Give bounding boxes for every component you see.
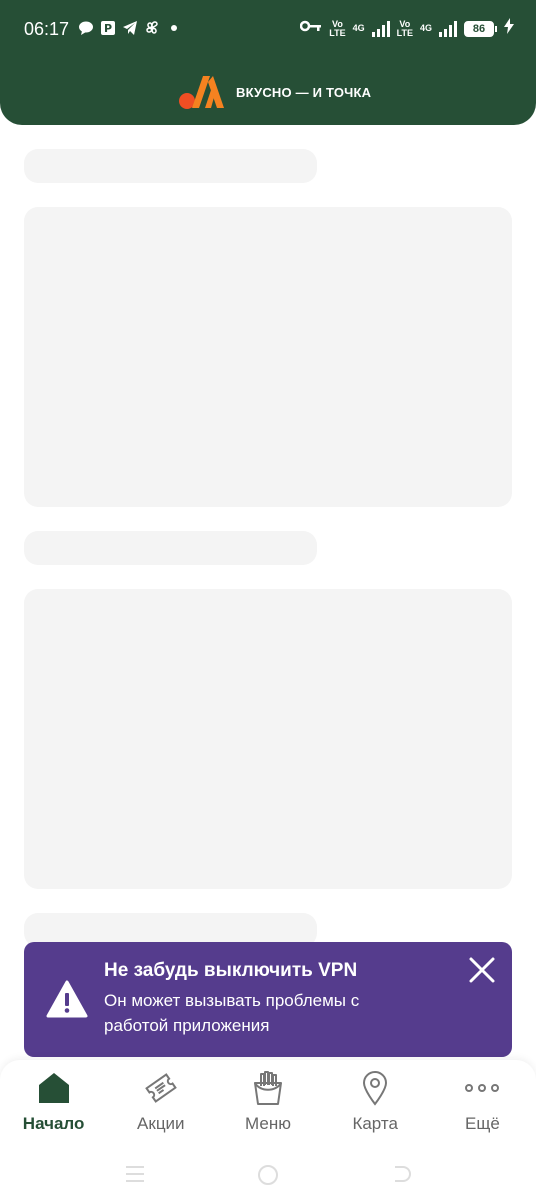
volte-label-2: Vo LTE [396, 18, 413, 38]
telegram-icon [122, 20, 138, 36]
chat-bubble-icon [78, 20, 94, 36]
tab-home[interactable]: Начало [0, 1060, 107, 1150]
battery-icon: 86 [464, 20, 497, 37]
brand-name: ВКУСНО — И ТОЧКА [236, 84, 372, 100]
parking-icon: P [100, 20, 116, 36]
vpn-key-icon [300, 19, 322, 38]
toast-title: Не забудь выключить VPN [104, 960, 358, 981]
signal-icon [371, 20, 390, 37]
dot-icon [166, 20, 182, 36]
charging-icon [504, 18, 514, 39]
coupon-icon [144, 1073, 177, 1103]
status-bar: 06:17 P Vo LTE 4G Vo LTE 4G 86 [0, 0, 536, 60]
notification-icons: P [78, 20, 182, 36]
svg-text:P: P [104, 22, 112, 35]
tab-promotions[interactable]: Акции [107, 1060, 214, 1150]
battery-level: 86 [464, 20, 494, 37]
warning-icon [46, 980, 88, 1018]
system-navigation-bar [0, 1150, 536, 1200]
app-header: 06:17 P Vo LTE 4G Vo LTE 4G 86 ВКУСНО — … [0, 0, 536, 125]
status-time: 06:17 [24, 19, 70, 39]
skeleton-title-1 [24, 149, 317, 183]
network-label-1: 4G [352, 23, 365, 33]
system-status-icons: Vo LTE 4G Vo LTE 4G 86 [300, 18, 514, 39]
skeleton-title-2 [24, 531, 317, 565]
volte-label-1: Vo LTE [329, 18, 346, 38]
bottom-tab-bar: Начало Акции Меню Карта Ещё [0, 1060, 536, 1150]
tab-label: Карта [352, 1114, 398, 1133]
skeleton-banner-1 [24, 207, 512, 507]
vpn-warning-toast: Не забудь выключить VPN Он может вызыват… [24, 942, 512, 1057]
fries-icon [254, 1071, 282, 1105]
tab-menu[interactable]: Меню [214, 1060, 321, 1150]
menu-icon[interactable] [124, 1164, 146, 1184]
close-icon[interactable] [468, 956, 496, 984]
more-icon [465, 1084, 500, 1092]
tab-label: Начало [22, 1114, 85, 1133]
map-pin-icon [363, 1071, 388, 1106]
skeleton-banner-2 [24, 589, 512, 889]
home-icon [38, 1073, 69, 1103]
home-circle-icon[interactable] [257, 1164, 279, 1186]
toast-message: Он может вызывать проблемы с работой при… [104, 991, 360, 1035]
network-label-2: 4G [419, 23, 432, 33]
tab-label: Ещё [465, 1114, 500, 1133]
fan-icon [144, 20, 160, 36]
tab-label: Меню [245, 1114, 291, 1133]
tab-map[interactable]: Карта [322, 1060, 429, 1150]
brand-logo: ВКУСНО — И ТОЧКА [178, 74, 371, 110]
back-icon[interactable] [391, 1164, 413, 1184]
logo-mark-icon [179, 76, 224, 109]
signal-icon [439, 20, 457, 37]
tab-label: Акции [137, 1114, 185, 1133]
tab-more[interactable]: Ещё [429, 1060, 536, 1150]
